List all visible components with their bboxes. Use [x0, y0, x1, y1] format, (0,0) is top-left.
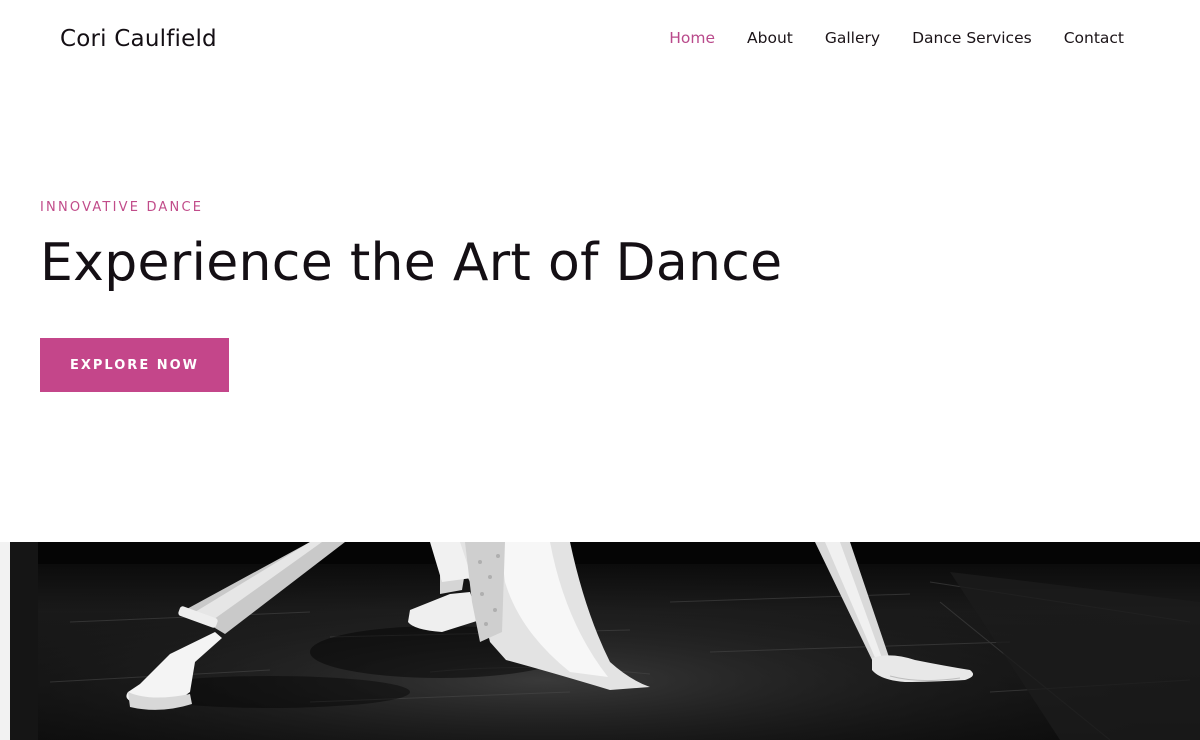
nav-item-gallery[interactable]: Gallery	[825, 29, 880, 47]
nav-item-about[interactable]: About	[747, 29, 793, 47]
site-header: Cori Caulfield Home About Gallery Dance …	[0, 0, 1200, 80]
nav-item-home[interactable]: Home	[669, 29, 715, 47]
main-nav: Home About Gallery Dance Services Contac…	[669, 29, 1124, 47]
nav-item-contact[interactable]: Contact	[1064, 29, 1124, 47]
site-title[interactable]: Cori Caulfield	[60, 26, 217, 52]
hero-eyebrow: INNOVATIVE DANCE	[40, 200, 204, 215]
hero-section: INNOVATIVE DANCE Experience the Art of D…	[40, 200, 1140, 392]
dance-photo-illustration	[10, 542, 1200, 740]
explore-now-button[interactable]: EXPLORE NOW	[40, 338, 229, 392]
dance-photo	[10, 542, 1200, 740]
hero-headline: Experience the Art of Dance	[40, 233, 783, 293]
image-left-edge	[0, 542, 10, 740]
nav-item-dance-services[interactable]: Dance Services	[912, 29, 1032, 47]
